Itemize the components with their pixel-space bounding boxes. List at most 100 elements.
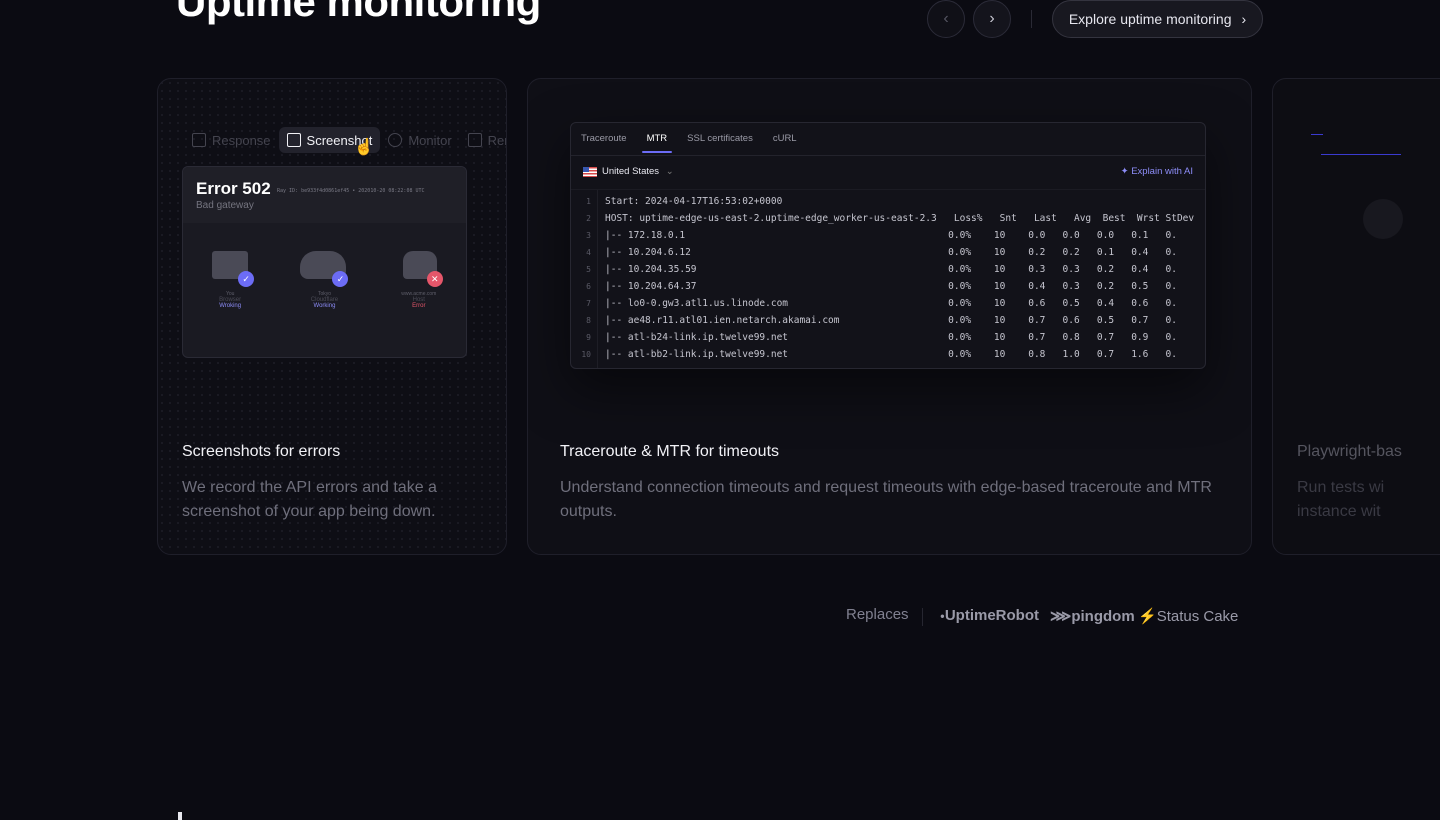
line-text: HOST: uptime-edge-us-east-2.uptime-edge_… <box>605 213 1195 224</box>
globe-icon <box>388 133 403 147</box>
error-subtitle: Bad gateway <box>196 200 254 211</box>
card-title: Traceroute & MTR for timeouts <box>560 443 780 460</box>
code-line: 3 |-- 172.18.0.1 0.0% 10 0.0 0.0 0.0 0.1 … <box>571 227 1205 244</box>
line-number: 5 <box>586 265 591 274</box>
chevron-right-icon: › <box>989 10 995 27</box>
chart-line <box>1311 134 1323 135</box>
line-text: |-- atl-bb2-link.ip.twelve99.net 0.0% 10… <box>605 349 1177 360</box>
code-line: 9 |-- atl-b24-link.ip.twelve99.net 0.0% 1… <box>571 329 1205 346</box>
mtr-terminal: Traceroute MTR SSL certificates cURL Uni… <box>570 122 1206 369</box>
code-line: 4 |-- 10.204.6.12 0.0% 10 0.2 0.2 0.1 0.4… <box>571 244 1205 261</box>
replaces-label: Replaces <box>846 606 909 623</box>
card-title: Playwright-bas <box>1297 443 1402 460</box>
sparkle-icon: ✦ <box>1120 166 1129 177</box>
line-number: 8 <box>586 316 591 325</box>
line-number: 3 <box>586 231 591 240</box>
error-code: Error 502 <box>196 179 271 198</box>
line-number: 4 <box>586 248 591 257</box>
screenshot-tabs: Response Screenshot Monitor Rem <box>184 127 506 153</box>
logo-text: UptimeRobot <box>944 607 1039 624</box>
response-icon <box>192 133 206 147</box>
tab-response[interactable]: Response <box>184 127 279 153</box>
step-host: ✕ www.acme.com Host Error <box>379 247 459 309</box>
line-number: 2 <box>586 214 591 223</box>
tab-label: Monitor <box>408 132 452 148</box>
line-text: Start: 2024-04-17T16:53:02+0000 <box>605 196 783 207</box>
check-icon: ✓ <box>238 271 255 287</box>
replaces-divider <box>922 608 923 626</box>
logo-text: Status Cake <box>1156 608 1239 625</box>
step-browser: ✓ You Browser Wroking <box>190 247 270 309</box>
next-section-heading <box>178 812 182 820</box>
pingdom-mark-icon: ⋙ <box>1050 608 1072 625</box>
line-text: |-- 10.204.64.37 0.0% 10 0.4 0.3 0.2 0.5… <box>605 281 1177 292</box>
error-screenshot: Error 502 Bad gateway Ray ID: be933f4d08… <box>182 166 467 358</box>
code-line: 10 |-- atl-bb2-link.ip.twelve99.net 0.0% … <box>571 346 1205 363</box>
line-number: 6 <box>586 282 591 291</box>
chevron-right-icon: › <box>1241 11 1247 27</box>
card-description: We record the API errors and take a scre… <box>182 479 437 520</box>
tab-monitor[interactable]: Monitor <box>380 127 459 153</box>
ai-label: Explain with AI <box>1131 166 1193 177</box>
chart-line <box>1321 154 1401 155</box>
line-number: 1 <box>586 197 591 206</box>
line-text: |-- 10.204.35.59 0.0% 10 0.3 0.3 0.2 0.4… <box>605 264 1177 275</box>
code-line: 8 |-- ae48.r11.atl01.ien.netarch.akamai.c… <box>571 312 1205 329</box>
mask-icon <box>1363 199 1403 239</box>
line-text: |-- atl-b24-link.ip.twelve99.net 0.0% 10… <box>605 332 1177 343</box>
chevron-left-icon: ‹ <box>943 10 949 27</box>
tab-traceroute[interactable]: Traceroute <box>571 123 637 155</box>
step-status: Wroking <box>219 303 242 309</box>
code-line: 1 Start: 2024-04-17T16:53:02+0000 <box>571 193 1205 210</box>
section-title: Uptime monitoring <box>176 0 541 25</box>
check-icon: ✓ <box>332 271 349 287</box>
trash-icon <box>467 133 482 147</box>
line-text: |-- lo0-0.gw3.atl1.us.linode.com 0.0% 10… <box>605 298 1177 309</box>
country-label: United States <box>602 166 660 177</box>
tab-label: Response <box>212 132 271 148</box>
carousel-prev-button[interactable]: ‹ <box>927 0 965 38</box>
feature-card-screenshots[interactable]: Response Screenshot Monitor Rem ☝ Error … <box>157 78 507 555</box>
step-cloudflare: ✓ Tokyo Cloudflare Working <box>284 247 364 309</box>
header-divider <box>1031 10 1032 28</box>
code-line: 7 |-- lo0-0.gw3.atl1.us.linode.com 0.0% 1… <box>571 295 1205 312</box>
pingdom-logo: ⋙pingdom <box>1050 607 1135 625</box>
terminal-tabs: Traceroute MTR SSL certificates cURL <box>571 123 1205 156</box>
bolt-icon: ⚡ <box>1138 608 1157 625</box>
explain-with-ai-button[interactable]: ✦ Explain with AI <box>1121 166 1193 177</box>
feature-card-traceroute[interactable]: Traceroute MTR SSL certificates cURL Uni… <box>527 78 1252 555</box>
tab-remove[interactable]: Rem <box>460 127 506 153</box>
chevron-down-icon: ⌄ <box>665 166 674 177</box>
logo-text: pingdom <box>1071 608 1135 625</box>
code-line: 5 |-- 10.204.35.59 0.0% 10 0.3 0.3 0.2 0.… <box>571 261 1205 278</box>
line-text: |-- 10.204.6.12 0.0% 10 0.2 0.2 0.1 0.4 … <box>605 247 1177 258</box>
line-text: |-- ae48.r11.atl01.ien.netarch.akamai.co… <box>605 315 1177 326</box>
x-icon: ✕ <box>426 271 443 287</box>
line-number: 9 <box>586 333 591 342</box>
line-number: 7 <box>586 299 591 308</box>
statuscake-logo: ⚡Status Cake <box>1138 607 1238 625</box>
pointer-cursor-icon: ☝ <box>354 139 374 156</box>
code-line: 2 HOST: uptime-edge-us-east-2.uptime-edge… <box>571 210 1205 227</box>
tab-label: Rem <box>487 132 506 148</box>
card-title: Screenshots for errors <box>182 443 341 460</box>
step-status: Working <box>313 303 336 309</box>
step-status: Error <box>412 303 426 309</box>
country-select[interactable]: United States ⌄ <box>602 166 674 177</box>
code-line: 6 |-- 10.204.64.37 0.0% 10 0.4 0.3 0.2 0.… <box>571 278 1205 295</box>
line-text: |-- 172.18.0.1 0.0% 10 0.0 0.0 0.0 0.1 0… <box>605 230 1177 241</box>
carousel-next-button[interactable]: › <box>973 0 1011 38</box>
error-ray-id: Ray ID: be933f4d0861ef45 • 202010-20 08:… <box>277 188 425 194</box>
image-icon <box>286 133 301 147</box>
tab-mtr[interactable]: MTR <box>637 123 678 155</box>
tab-ssl-certificates[interactable]: SSL certificates <box>677 123 763 155</box>
explore-label: Explore uptime monitoring <box>1068 11 1232 27</box>
explore-uptime-monitoring-button[interactable]: Explore uptime monitoring › <box>1052 0 1263 38</box>
card-description: Understand connection timeouts and reque… <box>560 479 1212 520</box>
tab-curl[interactable]: cURL <box>763 123 807 155</box>
feature-card-playwright[interactable]: Playwright-bas Run tests wi instance wit <box>1272 78 1440 555</box>
card-description: Run tests wi instance wit <box>1297 479 1385 520</box>
us-flag-icon <box>583 167 597 177</box>
line-number: 10 <box>581 350 591 359</box>
uptimerobot-logo: ●UptimeRobot <box>940 607 1039 624</box>
